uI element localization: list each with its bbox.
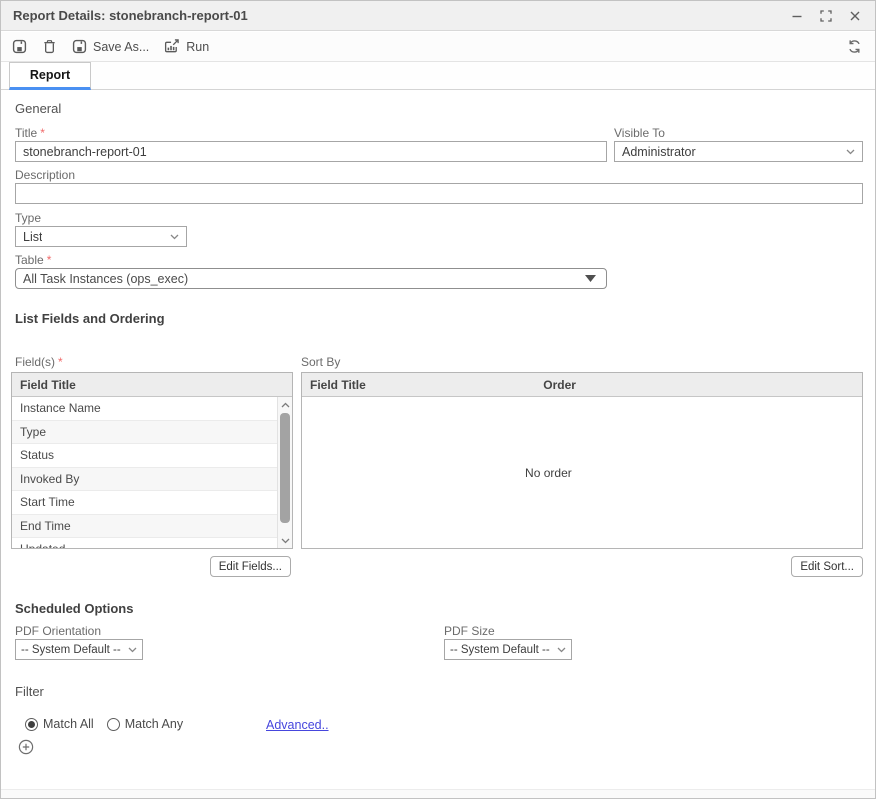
minimize-button[interactable] xyxy=(789,8,805,24)
chevron-down-icon xyxy=(557,647,566,653)
scrollbar-thumb[interactable] xyxy=(280,413,290,523)
scroll-down-button[interactable] xyxy=(278,533,292,548)
tab-report[interactable]: Report xyxy=(9,62,91,90)
sort-table: Field Title Order No order xyxy=(301,372,863,549)
chevron-down-icon xyxy=(846,149,855,155)
table-value: All Task Instances (ops_exec) xyxy=(23,272,188,286)
delete-button[interactable] xyxy=(42,39,57,54)
fields-table-header: Field Title xyxy=(12,373,292,397)
save-as-icon xyxy=(72,39,87,54)
sort-order-header: Order xyxy=(543,378,576,392)
pdf-size-value: -- System Default -- xyxy=(450,644,550,656)
required-asterisk: * xyxy=(40,126,45,140)
field-row[interactable]: Instance Name xyxy=(12,397,277,421)
chevron-down-icon xyxy=(281,538,290,544)
minus-icon xyxy=(791,10,803,22)
advanced-filter-link[interactable]: Advanced.. xyxy=(266,718,329,732)
match-any-label[interactable]: Match Any xyxy=(125,717,183,731)
chevron-down-icon xyxy=(170,234,179,240)
type-select[interactable]: List xyxy=(15,226,187,247)
sort-table-header: Field Title Order xyxy=(302,373,862,397)
chevron-down-icon xyxy=(128,647,137,653)
close-icon xyxy=(849,10,861,22)
field-row[interactable]: Status xyxy=(12,444,277,468)
list-fields-heading: List Fields and Ordering xyxy=(15,311,165,326)
type-label: Type xyxy=(15,211,41,225)
match-all-radio[interactable] xyxy=(25,718,38,731)
add-filter-button[interactable] xyxy=(18,739,34,755)
required-asterisk: * xyxy=(58,355,63,369)
window-title: Report Details: stonebranch-report-01 xyxy=(13,8,248,23)
close-button[interactable] xyxy=(847,8,863,24)
general-heading: General xyxy=(15,101,61,116)
pdf-orientation-select[interactable]: -- System Default -- xyxy=(15,639,143,660)
scheduled-options-heading: Scheduled Options xyxy=(15,601,133,616)
match-all-label[interactable]: Match All xyxy=(43,717,94,731)
field-row[interactable]: End Time xyxy=(12,515,277,539)
save-as-label: Save As... xyxy=(93,40,149,54)
refresh-button[interactable] xyxy=(847,39,862,54)
plus-circle-icon xyxy=(18,739,34,755)
scroll-up-button[interactable] xyxy=(278,397,292,412)
description-input[interactable] xyxy=(15,183,863,204)
visible-to-select[interactable]: Administrator xyxy=(614,141,863,162)
table-label: Table* xyxy=(15,253,51,267)
maximize-button[interactable] xyxy=(818,8,834,24)
vertical-scrollbar[interactable] xyxy=(277,397,292,548)
report-details-window: Report Details: stonebranch-report-01 Sa… xyxy=(0,0,876,799)
tab-bar: Report xyxy=(1,62,875,90)
visible-to-label: Visible To xyxy=(614,126,665,140)
field-row[interactable]: Invoked By xyxy=(12,468,277,492)
pdf-size-select[interactable]: -- System Default -- xyxy=(444,639,572,660)
save-icon xyxy=(12,39,27,54)
chevron-up-icon xyxy=(281,402,290,408)
save-as-button[interactable]: Save As... xyxy=(72,39,149,54)
table-select[interactable]: All Task Instances (ops_exec) xyxy=(15,268,607,289)
type-value: List xyxy=(23,230,42,244)
title-label: Title* xyxy=(15,126,45,140)
edit-fields-button[interactable]: Edit Fields... xyxy=(210,556,291,577)
field-row[interactable]: Type xyxy=(12,421,277,445)
sort-list: No order xyxy=(302,397,862,548)
fields-table: Field Title Instance Name Type Status In… xyxy=(11,372,293,549)
pdf-orientation-value: -- System Default -- xyxy=(21,644,121,656)
edit-sort-button[interactable]: Edit Sort... xyxy=(791,556,863,577)
save-button[interactable] xyxy=(12,39,27,54)
run-button[interactable]: Run xyxy=(164,39,209,54)
title-bar: Report Details: stonebranch-report-01 xyxy=(1,1,875,31)
pdf-orientation-label: PDF Orientation xyxy=(15,624,101,638)
field-row[interactable]: Start Time xyxy=(12,491,277,515)
window-controls xyxy=(789,8,863,24)
trash-icon xyxy=(42,39,57,54)
run-report-icon xyxy=(164,39,180,54)
description-label: Description xyxy=(15,168,75,182)
sort-by-label: Sort By xyxy=(301,355,340,369)
field-title-header: Field Title xyxy=(20,378,76,392)
title-input[interactable] xyxy=(15,141,607,162)
fields-list: Instance Name Type Status Invoked By Sta… xyxy=(12,397,292,548)
refresh-icon xyxy=(847,39,862,54)
triangle-down-icon xyxy=(585,275,596,282)
field-row[interactable]: Updated xyxy=(12,538,277,548)
match-any-radio[interactable] xyxy=(107,718,120,731)
visible-to-value: Administrator xyxy=(622,145,696,159)
pdf-size-label: PDF Size xyxy=(444,624,495,638)
window-footer xyxy=(1,789,875,798)
run-label: Run xyxy=(186,40,209,54)
filter-heading: Filter xyxy=(15,684,44,699)
no-order-text: No order xyxy=(525,466,572,480)
filter-match-options: Match All Match Any xyxy=(25,717,183,731)
required-asterisk: * xyxy=(47,253,52,267)
sort-field-title-header: Field Title xyxy=(310,378,366,392)
fields-label: Field(s)* xyxy=(15,355,63,369)
toolbar: Save As... Run xyxy=(1,32,875,62)
corner-brackets-icon xyxy=(820,10,832,22)
